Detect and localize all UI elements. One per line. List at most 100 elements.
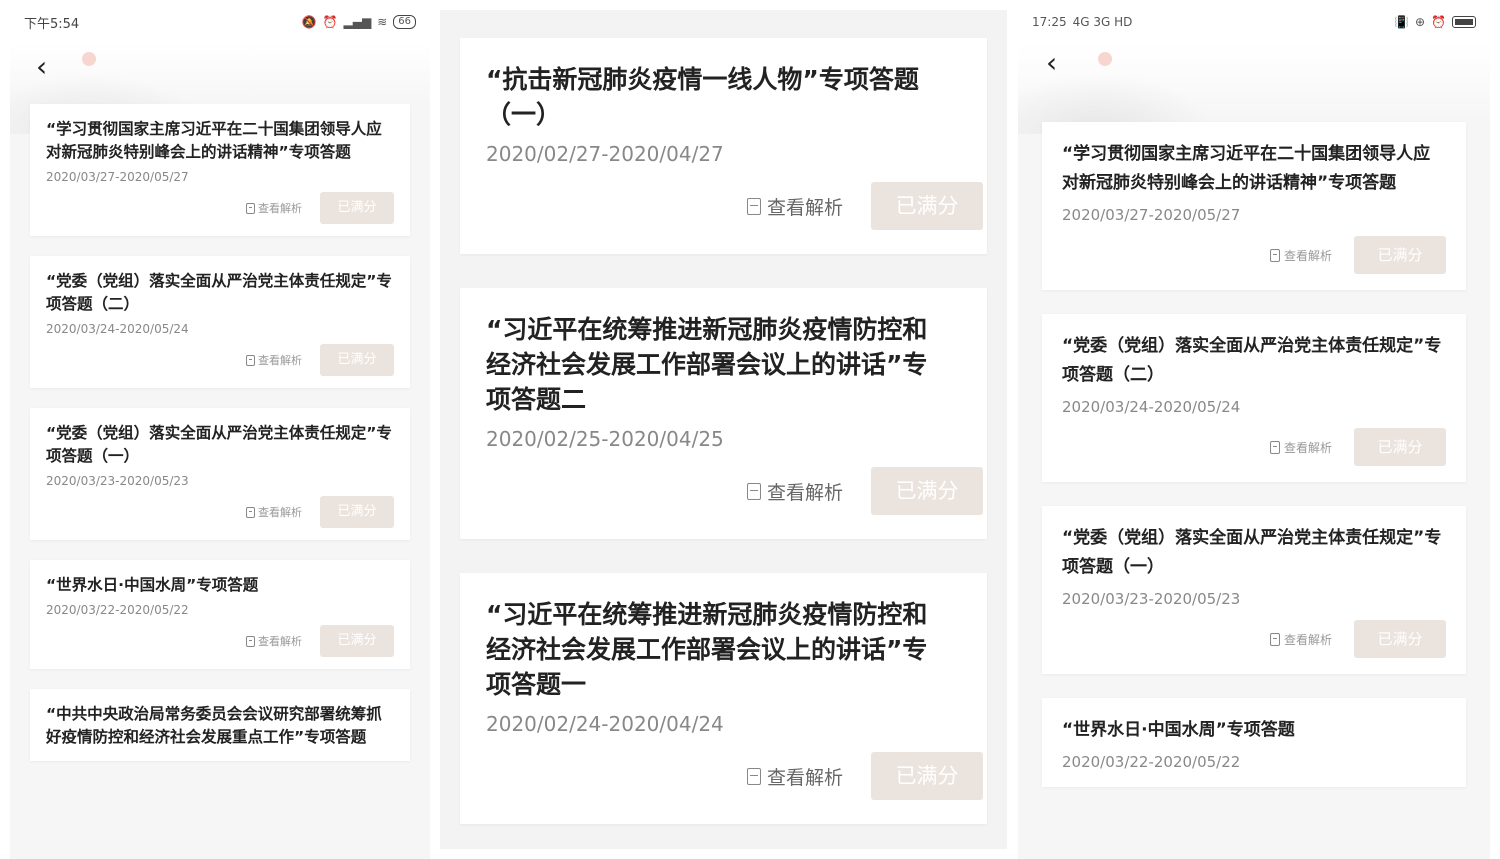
- full-score-button[interactable]: 已满分: [1354, 620, 1446, 658]
- quiz-date: 2020/02/25-2020/04/25: [486, 427, 724, 451]
- quiz-date: 2020/03/24-2020/05/24: [1062, 398, 1241, 416]
- view-analysis-label: 查看解析: [766, 481, 843, 504]
- status-icons: 🔕 ⏰ ▂▄▆ ≋ 66: [302, 15, 416, 29]
- view-analysis-label: 查看解析: [1283, 248, 1332, 263]
- sun-decoration: [82, 52, 96, 66]
- quiz-list: “抗击新冠肺炎疫情一线人物”专项答题（一） 2020/02/27-2020/04…: [440, 10, 1007, 824]
- document-icon: [246, 635, 255, 647]
- quiz-date: 2020/03/22-2020/05/22: [1062, 753, 1241, 771]
- view-analysis-label: 查看解析: [766, 196, 843, 219]
- sun-decoration: [1098, 52, 1112, 66]
- quiz-actions: 查看解析 已满分: [46, 625, 394, 657]
- full-score-button[interactable]: 已满分: [1354, 428, 1446, 466]
- document-icon: [246, 202, 255, 214]
- quiz-card[interactable]: “学习贯彻国家主席习近平在二十国集团领导人应对新冠肺炎特别峰会上的讲话精神”专项…: [1042, 122, 1466, 290]
- full-score-button[interactable]: 已满分: [320, 192, 394, 224]
- view-analysis-link[interactable]: 查看解析: [1269, 439, 1332, 456]
- quiz-date: 2020/03/24-2020/05/24: [46, 322, 189, 336]
- alarm-icon: ⏰: [1431, 15, 1446, 29]
- quiz-title: “世界水日·中国水周”专项答题: [46, 576, 259, 594]
- full-score-button[interactable]: 已满分: [320, 344, 394, 376]
- full-score-button[interactable]: 已满分: [320, 496, 394, 528]
- quiz-title: “习近平在统筹推进新冠肺炎疫情防控和经济社会发展工作部署会议上的讲话”专项答题二: [486, 315, 928, 414]
- status-time: 17:25: [1032, 15, 1067, 29]
- signal-icon: ▂▄▆: [343, 15, 372, 29]
- wifi-icon: ≋: [377, 15, 388, 29]
- full-score-button[interactable]: 已满分: [320, 625, 394, 657]
- view-analysis-link[interactable]: 查看解析: [246, 504, 302, 520]
- quiz-date: 2020/03/27-2020/05/27: [1062, 206, 1241, 224]
- document-icon: [746, 482, 761, 500]
- quiz-card[interactable]: “党委（党组）落实全面从严治党主体责任规定”专项答题（二） 2020/03/24…: [30, 256, 410, 388]
- battery-icon: 66: [393, 15, 416, 29]
- view-analysis-link[interactable]: 查看解析: [746, 478, 843, 505]
- quiz-date: 2020/02/24-2020/04/24: [486, 712, 724, 736]
- quiz-card[interactable]: “抗击新冠肺炎疫情一线人物”专项答题（一） 2020/02/27-2020/04…: [460, 38, 987, 254]
- quiz-title: “习近平在统筹推进新冠肺炎疫情防控和经济社会发展工作部署会议上的讲话”专项答题一: [486, 600, 928, 699]
- quiz-card[interactable]: “学习贯彻国家主席习近平在二十国集团领导人应对新冠肺炎特别峰会上的讲话精神”专项…: [30, 104, 410, 236]
- full-score-button[interactable]: 已满分: [871, 467, 983, 515]
- quiz-card[interactable]: “世界水日·中国水周”专项答题 2020/03/22-2020/05/22 查看…: [30, 560, 410, 669]
- quiz-card[interactable]: “党委（党组）落实全面从严治党主体责任规定”专项答题（一） 2020/03/23…: [1042, 506, 1466, 674]
- quiz-title: “中共中央政治局常务委员会会议研究部署统筹抓好疫情防控和经济社会发展重点工作”专…: [46, 705, 382, 746]
- quiz-title: “党委（党组）落实全面从严治党主体责任规定”专项答题（二）: [1062, 336, 1442, 385]
- view-analysis-link[interactable]: 查看解析: [246, 200, 302, 216]
- back-icon[interactable]: ‹: [1046, 48, 1072, 80]
- quiz-date: 2020/03/27-2020/05/27: [46, 170, 189, 184]
- full-score-button[interactable]: 已满分: [871, 752, 983, 800]
- view-analysis-label: 查看解析: [258, 202, 302, 215]
- quiz-date: 2020/03/22-2020/05/22: [46, 603, 189, 617]
- quiz-actions: 查看解析 已满分: [486, 467, 983, 515]
- status-bar: 下午5:54 🔕 ⏰ ▂▄▆ ≋ 66: [10, 0, 430, 44]
- view-analysis-label: 查看解析: [1283, 440, 1332, 455]
- quiz-actions: 查看解析 已满分: [1062, 428, 1446, 466]
- network-indicator: 4G 3G HD: [1072, 15, 1133, 29]
- document-icon: [1269, 632, 1280, 646]
- screenshot-collage: 下午5:54 🔕 ⏰ ▂▄▆ ≋ 66 ‹ “学习贯彻国家主席习近平在二十国集团…: [0, 0, 1500, 859]
- battery-icon: [1452, 16, 1476, 28]
- full-score-button[interactable]: 已满分: [1354, 236, 1446, 274]
- quiz-card[interactable]: “党委（党组）落实全面从严治党主体责任规定”专项答题（二） 2020/03/24…: [1042, 314, 1466, 482]
- quiz-actions: 查看解析 已满分: [486, 752, 983, 800]
- status-time: 下午5:54: [24, 16, 80, 32]
- alarm-icon: ⏰: [322, 15, 338, 29]
- view-analysis-label: 查看解析: [258, 354, 302, 367]
- document-icon: [1269, 248, 1280, 262]
- full-score-button[interactable]: 已满分: [871, 182, 983, 230]
- view-analysis-link[interactable]: 查看解析: [746, 193, 843, 220]
- quiz-actions: 查看解析 已满分: [46, 192, 394, 224]
- document-icon: [1269, 440, 1280, 454]
- quiz-list: “学习贯彻国家主席习近平在二十国集团领导人应对新冠肺炎特别峰会上的讲话精神”专项…: [10, 104, 430, 761]
- view-analysis-link[interactable]: 查看解析: [746, 763, 843, 790]
- quiz-title: “学习贯彻国家主席习近平在二十国集团领导人应对新冠肺炎特别峰会上的讲话精神”专项…: [46, 120, 382, 161]
- status-bar: 17:25 4G 3G HD 📳 ⊕ ⏰: [1018, 0, 1490, 44]
- header: ‹: [10, 44, 430, 134]
- document-icon: [746, 767, 761, 785]
- phone-screen-right: 17:25 4G 3G HD 📳 ⊕ ⏰ ‹ “学习贯彻国家主席习近平在二十国集…: [1018, 0, 1490, 859]
- quiz-actions: 查看解析 已满分: [1062, 236, 1446, 274]
- view-analysis-link[interactable]: 查看解析: [1269, 631, 1332, 648]
- quiz-card[interactable]: “世界水日·中国水周”专项答题 2020/03/22-2020/05/22: [1042, 698, 1466, 787]
- quiz-card[interactable]: “党委（党组）落实全面从严治党主体责任规定”专项答题（一） 2020/03/23…: [30, 408, 410, 540]
- quiz-list: “学习贯彻国家主席习近平在二十国集团领导人应对新冠肺炎特别峰会上的讲话精神”专项…: [1018, 122, 1490, 787]
- quiz-card[interactable]: “习近平在统筹推进新冠肺炎疫情防控和经济社会发展工作部署会议上的讲话”专项答题二…: [460, 288, 987, 539]
- view-analysis-link[interactable]: 查看解析: [246, 352, 302, 368]
- view-analysis-label: 查看解析: [258, 635, 302, 648]
- quiz-date: 2020/03/23-2020/05/23: [46, 474, 189, 488]
- quiz-title: “世界水日·中国水周”专项答题: [1062, 720, 1295, 740]
- back-icon[interactable]: ‹: [36, 52, 62, 84]
- status-icons: 📳 ⊕ ⏰: [1394, 15, 1476, 29]
- lock-icon: ⊕: [1414, 15, 1426, 29]
- phone-screen-left: 下午5:54 🔕 ⏰ ▂▄▆ ≋ 66 ‹ “学习贯彻国家主席习近平在二十国集团…: [10, 0, 430, 859]
- quiz-card[interactable]: “习近平在统筹推进新冠肺炎疫情防控和经济社会发展工作部署会议上的讲话”专项答题一…: [460, 573, 987, 824]
- document-icon: [746, 197, 761, 215]
- mute-icon: 🔕: [301, 15, 317, 29]
- quiz-actions: 查看解析 已满分: [1062, 620, 1446, 658]
- view-analysis-label: 查看解析: [1283, 632, 1332, 647]
- quiz-card[interactable]: “中共中央政治局常务委员会会议研究部署统筹抓好疫情防控和经济社会发展重点工作”专…: [30, 689, 410, 761]
- view-analysis-link[interactable]: 查看解析: [246, 633, 302, 649]
- vibrate-icon: 📳: [1394, 15, 1409, 29]
- quiz-title: “党委（党组）落实全面从严治党主体责任规定”专项答题（一）: [1062, 528, 1442, 577]
- quiz-title: “学习贯彻国家主席习近平在二十国集团领导人应对新冠肺炎特别峰会上的讲话精神”专项…: [1062, 144, 1431, 193]
- view-analysis-link[interactable]: 查看解析: [1269, 247, 1332, 264]
